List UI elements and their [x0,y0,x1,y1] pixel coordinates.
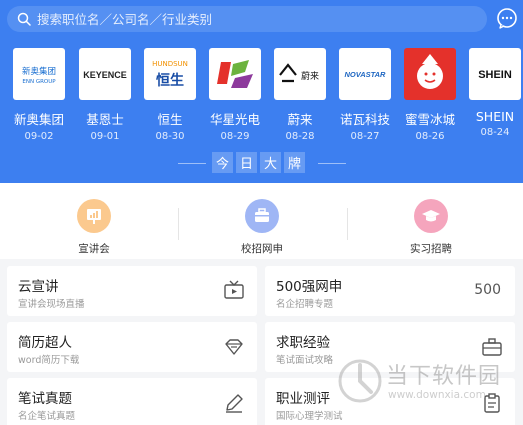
company-name: 蜜雪冰城 [404,112,455,127]
quick-item-label: 校招网申 [241,243,283,255]
card-title: 求职经验 [276,335,330,351]
badge-500: 500 [474,282,501,298]
svg-text:新奥集团: 新奥集团 [22,66,56,77]
today-brand-label: 今 日 大 牌 [0,152,523,176]
card-cloud-presentation[interactable]: 云宣讲 宣讲会现场直播 [7,266,257,316]
card-title: 500强网申 [276,279,343,295]
svg-text:HUNDSUN: HUNDSUN [152,60,188,68]
tv-icon [224,280,244,299]
svg-text:蔚来: 蔚来 [301,70,319,82]
card-top500-apply[interactable]: 500强网申 名企招聘专题 500 [265,266,515,316]
graduation-cap-icon [414,199,448,233]
card-title: 职业测评 [276,391,330,407]
search-bar[interactable] [7,6,487,32]
company-logo-novastar: NOVASTAR [339,48,391,100]
company-logo-keyence: KEYENCE [79,48,131,100]
card-title: 笔试真题 [18,391,72,407]
company-item-nio[interactable]: 蔚来 蔚来 08-28 [268,48,332,142]
company-logo-csot [209,48,261,100]
search-input[interactable] [37,7,487,31]
search-icon [17,12,31,26]
card-subtitle: 笔试面试攻略 [276,355,334,366]
company-date: 08-30 [155,131,185,142]
card-subtitle: 名企笔试真题 [18,411,76,422]
company-name: 华星光电 [209,112,260,127]
company-date: 08-26 [415,131,445,142]
watermark-title: 当下软件园 [386,364,502,389]
quick-item-label: 宣讲会 [78,243,110,255]
company-item-enn[interactable]: 新奥集团 ENN GROUP 新奥集团 09-02 [7,48,71,142]
pencil-icon [226,394,243,413]
company-logo-shein: SHEIN [469,48,521,100]
card-subtitle: 名企招聘专题 [276,299,334,310]
company-date: 08-27 [350,131,380,142]
label-char: 日 [236,152,257,173]
divider [178,208,179,240]
label-char: 大 [260,152,281,173]
quick-item-campus-apply[interactable]: 校招网申 [202,199,322,256]
briefcase-icon [245,199,279,233]
company-name: 蔚来 [287,112,313,127]
company-logo-nio: 蔚来 [274,48,326,100]
company-name: 诺瓦科技 [339,112,390,127]
svg-text:NOVASTAR: NOVASTAR [345,70,387,79]
header-banner: 新奥集团 ENN GROUP 新奥集团 09-02 KEYENCE 基恩士 09… [0,0,523,183]
label-char: 今 [212,152,233,173]
divider [347,208,348,240]
presentation-icon [77,199,111,233]
company-item-keyence[interactable]: KEYENCE 基恩士 09-01 [73,48,137,142]
svg-text:恒生: 恒生 [156,72,184,89]
watermark-url: www.downxia.com [388,389,486,401]
svg-text:ENN GROUP: ENN GROUP [22,79,56,85]
quick-entry-row: 宣讲会 校招网申 实习招聘 [0,183,523,259]
today-brand-chars: 今 日 大 牌 [212,152,305,173]
card-exam-questions[interactable]: 笔试真题 名企笔试真题 [7,378,257,425]
company-item-hundsun[interactable]: HUNDSUN 恒生 恒生 08-30 [138,48,202,142]
card-subtitle: 宣讲会现场直播 [18,299,85,310]
company-date: 09-02 [24,131,54,142]
watermark: 当下软件园 www.downxia.com [338,356,518,408]
briefcase-outline-icon [482,338,502,356]
company-name: 恒生 [157,112,183,127]
company-date: 08-29 [220,131,250,142]
svg-text:KEYENCE: KEYENCE [83,70,127,80]
company-item-shein[interactable]: SHEIN SHEIN 08-24 [463,48,523,138]
company-logo-enn: 新奥集团 ENN GROUP [13,48,65,100]
company-date: 08-24 [480,127,510,138]
company-name: 基恩士 [86,112,124,127]
card-title: 简历超人 [18,335,72,351]
card-title: 云宣讲 [18,279,59,295]
quick-item-internship[interactable]: 实习招聘 [371,199,491,256]
company-logo-row: 新奥集团 ENN GROUP 新奥集团 09-02 KEYENCE 基恩士 09… [0,48,523,148]
company-logo-mixue [404,48,456,100]
quick-item-label: 实习招聘 [410,243,452,255]
svg-text:SHEIN: SHEIN [478,69,512,81]
label-char: 牌 [284,152,305,173]
company-name: SHEIN [475,109,515,124]
card-subtitle: word简历下载 [18,355,80,366]
company-date: 09-01 [90,131,120,142]
message-icon[interactable] [495,6,519,30]
company-logo-hundsun: HUNDSUN 恒生 [144,48,196,100]
company-item-novastar[interactable]: NOVASTAR 诺瓦科技 08-27 [333,48,397,142]
quick-item-presentation[interactable]: 宣讲会 [34,199,154,256]
watermark-logo [338,359,382,403]
company-date: 08-28 [285,131,315,142]
card-resume[interactable]: 简历超人 word简历下载 [7,322,257,372]
divider-line [178,163,206,164]
company-item-csot[interactable]: 华星光电 08-29 [203,48,267,142]
divider-line [318,163,346,164]
diamond-icon [225,339,243,355]
company-item-mixue[interactable]: 蜜雪冰城 08-26 [398,48,462,142]
company-name: 新奥集团 [13,112,64,127]
card-subtitle: 国际心理学测试 [276,411,343,422]
